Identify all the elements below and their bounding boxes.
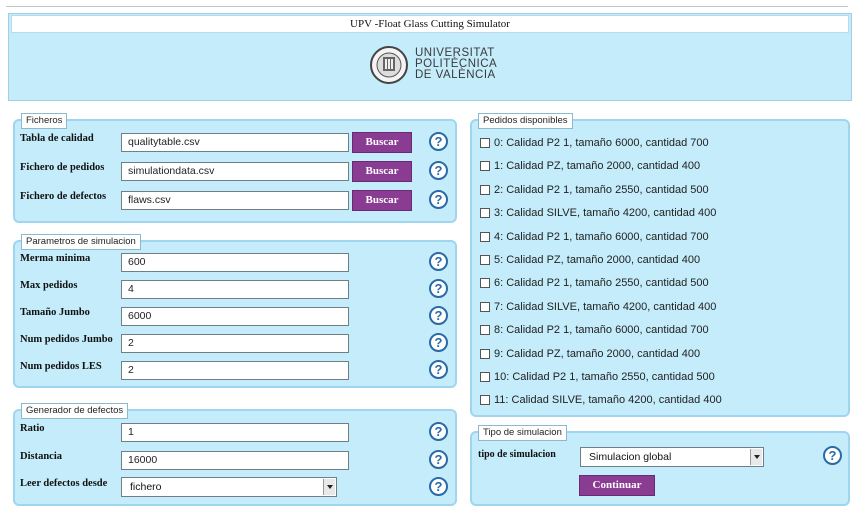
generador-legend: Generador de defectos: [21, 403, 129, 419]
help-icon[interactable]: ?: [429, 360, 448, 379]
help-icon[interactable]: ?: [429, 477, 448, 496]
leer-defectos-select[interactable]: fichero: [121, 477, 337, 497]
order-item[interactable]: 6: Calidad P2 1, tamaño 2550, cantidad 5…: [480, 275, 709, 291]
chevron-down-icon[interactable]: [323, 479, 335, 495]
order-item[interactable]: 4: Calidad P2 1, tamaño 6000, cantidad 7…: [480, 229, 709, 245]
max-pedidos-label: Max pedidos: [20, 280, 78, 291]
order-item[interactable]: 11: Calidad SILVE, tamaño 4200, cantidad…: [480, 392, 722, 408]
order-checkbox[interactable]: [480, 325, 490, 336]
num-pedidos-les-input[interactable]: 2: [121, 361, 349, 380]
help-icon[interactable]: ?: [429, 132, 448, 151]
continuar-button[interactable]: Continuar: [579, 475, 655, 496]
browse-quality-button[interactable]: Buscar: [352, 132, 412, 153]
order-checkbox[interactable]: [480, 138, 490, 148]
order-item[interactable]: 7: Calidad SILVE, tamaño 4200, cantidad …: [480, 299, 716, 315]
help-icon[interactable]: ?: [429, 190, 448, 209]
num-pedidos-les-label: Num pedidos LES: [20, 361, 102, 372]
browse-orders-button[interactable]: Buscar: [352, 161, 412, 182]
order-checkbox[interactable]: [480, 395, 490, 406]
max-pedidos-input[interactable]: 4: [121, 280, 349, 299]
order-item[interactable]: 5: Calidad PZ, tamaño 2000, cantidad 400: [480, 252, 700, 268]
order-label: 5: Calidad PZ, tamaño 2000, cantidad 400: [494, 254, 701, 266]
help-icon[interactable]: ?: [429, 161, 448, 180]
order-checkbox[interactable]: [480, 301, 490, 312]
order-label: 10: Calidad P2 1, tamaño 2550, cantidad …: [494, 371, 715, 383]
order-label: 1: Calidad PZ, tamaño 2000, cantidad 400: [494, 160, 701, 173]
tipo-panel: Tipo de simulacion tipo de simulacion Si…: [470, 425, 850, 506]
order-item[interactable]: 9: Calidad PZ, tamaño 2000, cantidad 400: [480, 346, 700, 362]
orders-file-label: Fichero de pedidos: [20, 162, 105, 173]
help-icon[interactable]: ?: [429, 333, 448, 352]
order-checkbox[interactable]: [480, 208, 490, 219]
order-label: 0: Calidad P2 1, tamaño 6000, cantidad 7…: [494, 137, 709, 149]
help-icon[interactable]: ?: [429, 279, 448, 298]
tipo-simulacion-value: Simulacion global: [589, 451, 672, 463]
help-icon[interactable]: ?: [429, 252, 448, 271]
pedidos-panel: Pedidos disponibles 0: Calidad P2 1, tam…: [470, 113, 850, 417]
order-checkbox[interactable]: [480, 348, 490, 359]
header-banner: UPV -Float Glass Cutting Simulator UNIVE…: [8, 13, 852, 101]
order-label: 7: Calidad SILVE, tamaño 4200, cantidad …: [494, 300, 717, 313]
order-label: 3: Calidad SILVE, tamaño 4200, cantidad …: [494, 207, 717, 220]
merma-minima-input[interactable]: 600: [121, 253, 349, 272]
order-label: 6: Calidad P2 1, tamaño 2550, cantidad 5…: [494, 277, 709, 290]
tamano-jumbo-input[interactable]: 6000: [121, 307, 349, 326]
tipo-legend: Tipo de simulacion: [478, 425, 567, 441]
order-item[interactable]: 1: Calidad PZ, tamaño 2000, cantidad 400: [480, 158, 700, 174]
order-checkbox[interactable]: [480, 372, 490, 382]
upv-logo: UNIVERSITAT POLITÈCNICA DE VALÈNCIA: [369, 45, 509, 89]
order-label: 2: Calidad P2 1, tamaño 2550, cantidad 5…: [494, 183, 709, 196]
order-checkbox[interactable]: [480, 161, 490, 172]
help-icon[interactable]: ?: [429, 306, 448, 325]
tipo-simulacion-label: tipo de simulacion: [478, 449, 556, 460]
parametros-panel: Parametros de simulacion Merma minima 60…: [13, 234, 457, 388]
flaws-file-input[interactable]: flaws.csv: [121, 191, 349, 210]
distancia-label: Distancia: [20, 451, 62, 462]
order-item[interactable]: 8: Calidad P2 1, tamaño 6000, cantidad 7…: [480, 322, 709, 338]
order-label: 8: Calidad P2 1, tamaño 6000, cantidad 7…: [494, 324, 709, 337]
order-label: 11: Calidad SILVE, tamaño 4200, cantidad…: [494, 394, 722, 407]
tipo-simulacion-select[interactable]: Simulacion global: [580, 447, 764, 467]
window-title: UPV -Float Glass Cutting Simulator: [11, 15, 849, 33]
distancia-input[interactable]: 16000: [121, 451, 349, 470]
merma-minima-label: Merma minima: [20, 253, 91, 264]
order-checkbox[interactable]: [480, 278, 490, 289]
order-label: 9: Calidad PZ, tamaño 2000, cantidad 400: [494, 347, 701, 360]
logo-line-3: DE VALÈNCIA: [415, 69, 496, 81]
browse-flaws-button[interactable]: Buscar: [352, 190, 412, 211]
order-item[interactable]: 10: Calidad P2 1, tamaño 2550, cantidad …: [480, 369, 715, 385]
order-checkbox[interactable]: [480, 184, 490, 195]
leer-defectos-label: Leer defectos desde: [20, 478, 108, 489]
university-name: UNIVERSITAT POLITÈCNICA DE VALÈNCIA: [415, 47, 497, 81]
tamano-jumbo-label: Tamaño Jumbo: [20, 307, 90, 318]
help-icon[interactable]: ?: [429, 422, 448, 441]
num-pedidos-jumbo-label: Num pedidos Jumbo: [20, 334, 113, 345]
order-item[interactable]: 2: Calidad P2 1, tamaño 2550, cantidad 5…: [480, 182, 709, 198]
pedidos-legend: Pedidos disponibles: [478, 113, 573, 129]
order-checkbox[interactable]: [480, 255, 490, 265]
order-item[interactable]: 0: Calidad P2 1, tamaño 6000, cantidad 7…: [480, 135, 709, 151]
generador-panel: Generador de defectos Ratio 1 ? Distanci…: [13, 403, 457, 506]
order-checkbox[interactable]: [480, 231, 490, 242]
ratio-input[interactable]: 1: [121, 423, 349, 442]
parametros-legend: Parametros de simulacion: [21, 234, 141, 250]
order-label: 4: Calidad P2 1, tamaño 6000, cantidad 7…: [494, 230, 709, 243]
quality-table-input[interactable]: qualitytable.csv: [121, 133, 349, 152]
help-icon[interactable]: ?: [429, 450, 448, 469]
ratio-label: Ratio: [20, 423, 45, 434]
ficheros-panel: Ficheros Tabla de calidad qualitytable.c…: [13, 113, 457, 223]
num-pedidos-jumbo-input[interactable]: 2: [121, 334, 349, 353]
university-seal-icon: [370, 46, 408, 84]
help-icon[interactable]: ?: [823, 446, 842, 465]
quality-table-label: Tabla de calidad: [20, 133, 94, 144]
orders-file-input[interactable]: simulationdata.csv: [121, 162, 349, 181]
leer-defectos-value: fichero: [130, 481, 162, 493]
order-item[interactable]: 3: Calidad SILVE, tamaño 4200, cantidad …: [480, 205, 716, 221]
ficheros-legend: Ficheros: [21, 113, 68, 129]
top-divider: [6, 6, 848, 7]
chevron-down-icon[interactable]: [750, 449, 762, 465]
flaws-file-label: Fichero de defectos: [20, 191, 107, 202]
